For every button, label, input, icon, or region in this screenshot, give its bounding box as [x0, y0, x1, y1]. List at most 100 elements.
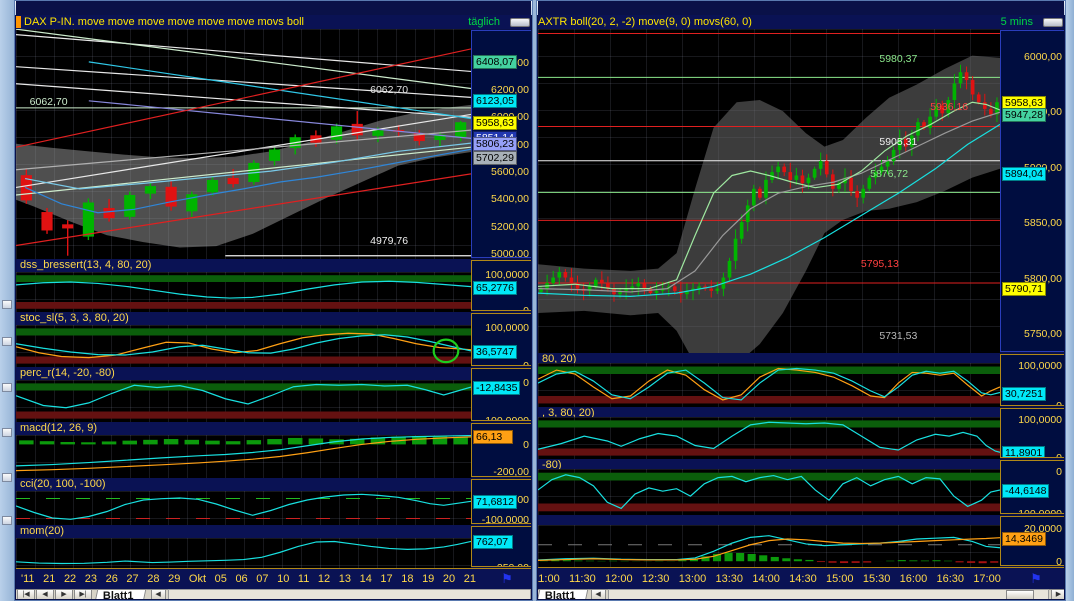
- flag-icon: ⚑: [1030, 570, 1042, 586]
- axis-l-p2: 100,0000 0 36,5747: [471, 313, 531, 366]
- background-window-button[interactable]: [2, 473, 12, 482]
- background-window-button[interactable]: [2, 428, 12, 437]
- scroll-left-button[interactable]: ◀: [150, 589, 166, 599]
- first-sheet-button[interactable]: |◀: [17, 589, 35, 599]
- right-legend-text: AXTR boll(20, 2, -2) move(9, 0) movs(60,…: [538, 16, 752, 28]
- panel-title-r-p3: -80): [538, 459, 1000, 469]
- panel-title-l-p4: macd(12, 26, 9): [16, 422, 471, 435]
- axis-tick: 0: [523, 304, 529, 311]
- sheet-tab-blatt1[interactable]: Blatt1: [94, 589, 146, 599]
- value-box: 30,7251: [1002, 386, 1046, 401]
- axis-tick: 5400,00: [491, 193, 529, 206]
- left-chart-window: Chart2 (Täglich) DAX (Indizes Xetra) 21.…: [14, 0, 533, 601]
- axis-tick: 0: [1056, 466, 1062, 479]
- axis-tick: 100,0000: [1018, 414, 1062, 427]
- x-axis-label: 14:00: [752, 572, 780, 585]
- axis-tick: -250,00: [493, 562, 529, 567]
- chart-panel-r-p3[interactable]: [538, 469, 1000, 515]
- left-x-axis-labels: '11 21 22 23 26 27 28 29 Okt 05 06 07 10 11 12 13 14 17 18…: [16, 573, 481, 585]
- scrollbar-thumb[interactable]: [1006, 590, 1034, 599]
- axis-r-p3: 0 -100,0000 -44,6148: [1000, 460, 1064, 514]
- right-chart-window: bur 5 min) DAX (Indizes Xetra) DIAR (Ind…: [536, 0, 1066, 601]
- axis-tick: -200,00: [493, 466, 529, 477]
- panel-title-l-p1: dss_bressert(13, 4, 80, 20): [16, 259, 471, 272]
- x-axis-label: 14:30: [789, 572, 817, 585]
- next-sheet-button[interactable]: ▶: [55, 589, 73, 599]
- axis-tick: 0: [523, 439, 529, 452]
- screen: Chart2 (Täglich) DAX (Indizes Xetra) 21.…: [0, 0, 1074, 601]
- legend-marker-icon: [16, 16, 21, 28]
- x-axis-label: 12: [317, 573, 331, 585]
- x-axis-label: 13:30: [715, 572, 744, 585]
- axis-tick: 100,0000: [485, 322, 529, 335]
- value-box: 5702,29: [473, 151, 517, 166]
- x-axis-label: 17: [380, 573, 393, 585]
- panel-title-l-p3: perc_r(14, -20, -80): [16, 367, 471, 380]
- x-axis-label: 18: [401, 573, 414, 585]
- background-window-button[interactable]: [2, 300, 12, 309]
- x-axis-label: 28: [147, 573, 160, 585]
- axis-tick: -100,0000: [481, 414, 529, 421]
- legend-collapse-button[interactable]: [1043, 17, 1063, 27]
- value-box: 14,3469: [1002, 531, 1046, 546]
- x-axis-label: 12:30: [641, 572, 670, 585]
- axis-tick: -100,0000: [481, 513, 529, 524]
- chart-panel-l-p5[interactable]: [16, 491, 471, 525]
- background-window-button[interactable]: [2, 516, 12, 525]
- value-box: -44,6148: [1002, 483, 1050, 498]
- chart-panel-l-p4[interactable]: [16, 435, 471, 478]
- value-box: 6408,07: [473, 54, 517, 69]
- panel-title-l-p6: mom(20): [16, 525, 471, 538]
- axis-tick: 0: [1056, 556, 1062, 566]
- x-axis-label: 07: [256, 573, 269, 585]
- x-axis-label: 21: [43, 573, 56, 585]
- flag-icon: ⚑: [501, 571, 513, 586]
- axis-tick: 100,0000: [485, 269, 529, 282]
- chart-panel-r-p2[interactable]: [538, 417, 1000, 459]
- chart-panel-l-p2[interactable]: [16, 325, 471, 367]
- last-sheet-button[interactable]: ▶|: [74, 589, 92, 599]
- chart-panel-l-p3[interactable]: [16, 380, 471, 422]
- value-box: 762,07: [473, 535, 513, 550]
- x-axis-label: 22: [63, 573, 77, 585]
- value-box: 5958,63: [473, 116, 517, 131]
- right-tab-bar: Blatt1 ◀ ▶: [538, 589, 1064, 599]
- axis-l-main: 6400,006200,006000,005800,005600,005400,…: [471, 30, 531, 258]
- panel-title-l-p2: stoc_sl(5, 3, 3, 80, 20): [16, 312, 471, 325]
- horizontal-scrollbar[interactable]: [167, 589, 531, 599]
- value-box: 5947,28: [1002, 108, 1046, 123]
- prev-sheet-button[interactable]: ◀: [36, 589, 54, 599]
- horizontal-scrollbar[interactable]: [607, 589, 1049, 599]
- x-axis-label: 26: [105, 573, 118, 585]
- left-legend-text: DAX P-IN. move move move move move move …: [24, 16, 304, 28]
- x-axis-label: 17:00: [973, 572, 1001, 585]
- value-box: 6123,05: [473, 93, 517, 108]
- value-box: 71,6812: [473, 495, 517, 510]
- axis-tick: 0: [1056, 451, 1062, 458]
- x-axis-label: 21: [463, 573, 476, 585]
- value-box: 11,8901: [1002, 446, 1046, 457]
- x-axis-label: 10: [277, 573, 290, 585]
- axis-l-p1: 100,0000 0 65,2776: [471, 260, 531, 311]
- x-axis-label: 16:30: [936, 572, 965, 585]
- chart-panel-l-p1[interactable]: [16, 272, 471, 312]
- scroll-left-button[interactable]: ◀: [590, 589, 606, 599]
- chart-panel-l-main[interactable]: 6062,70 6062,70 4979,76: [16, 29, 471, 259]
- chart-panel-r-p4[interactable]: [538, 525, 1000, 567]
- sheet-tab-blatt1[interactable]: Blatt1: [538, 589, 588, 599]
- chart-panel-r-p1[interactable]: [538, 363, 1000, 407]
- scroll-right-button[interactable]: ▶: [1051, 589, 1064, 599]
- value-box: -12,8435: [473, 381, 521, 396]
- value-box: 5894,04: [1002, 167, 1046, 182]
- background-window-button[interactable]: [2, 383, 12, 392]
- axis-r-p2: 100,0000 0 11,8901: [1000, 408, 1064, 458]
- panel-title-r-p1: 80, 20): [538, 353, 1000, 363]
- right-chart-body: AXTR boll(20, 2, -2) move(9, 0) movs(60,…: [538, 1, 1064, 599]
- legend-collapse-button[interactable]: [510, 17, 530, 27]
- chart-panel-r-main[interactable]: 5980,37 5936,16 5905,31 5876,72 5795,13 5731,…: [538, 29, 1000, 353]
- chart-panel-l-p6[interactable]: [16, 538, 471, 568]
- background-window-button[interactable]: [2, 337, 12, 346]
- x-axis-label: Okt: [188, 573, 207, 585]
- axis-l-p5: 100,0000-100,000071,6812: [471, 479, 531, 524]
- right-legend-strip: AXTR boll(20, 2, -2) move(9, 0) movs(60,…: [538, 15, 1064, 29]
